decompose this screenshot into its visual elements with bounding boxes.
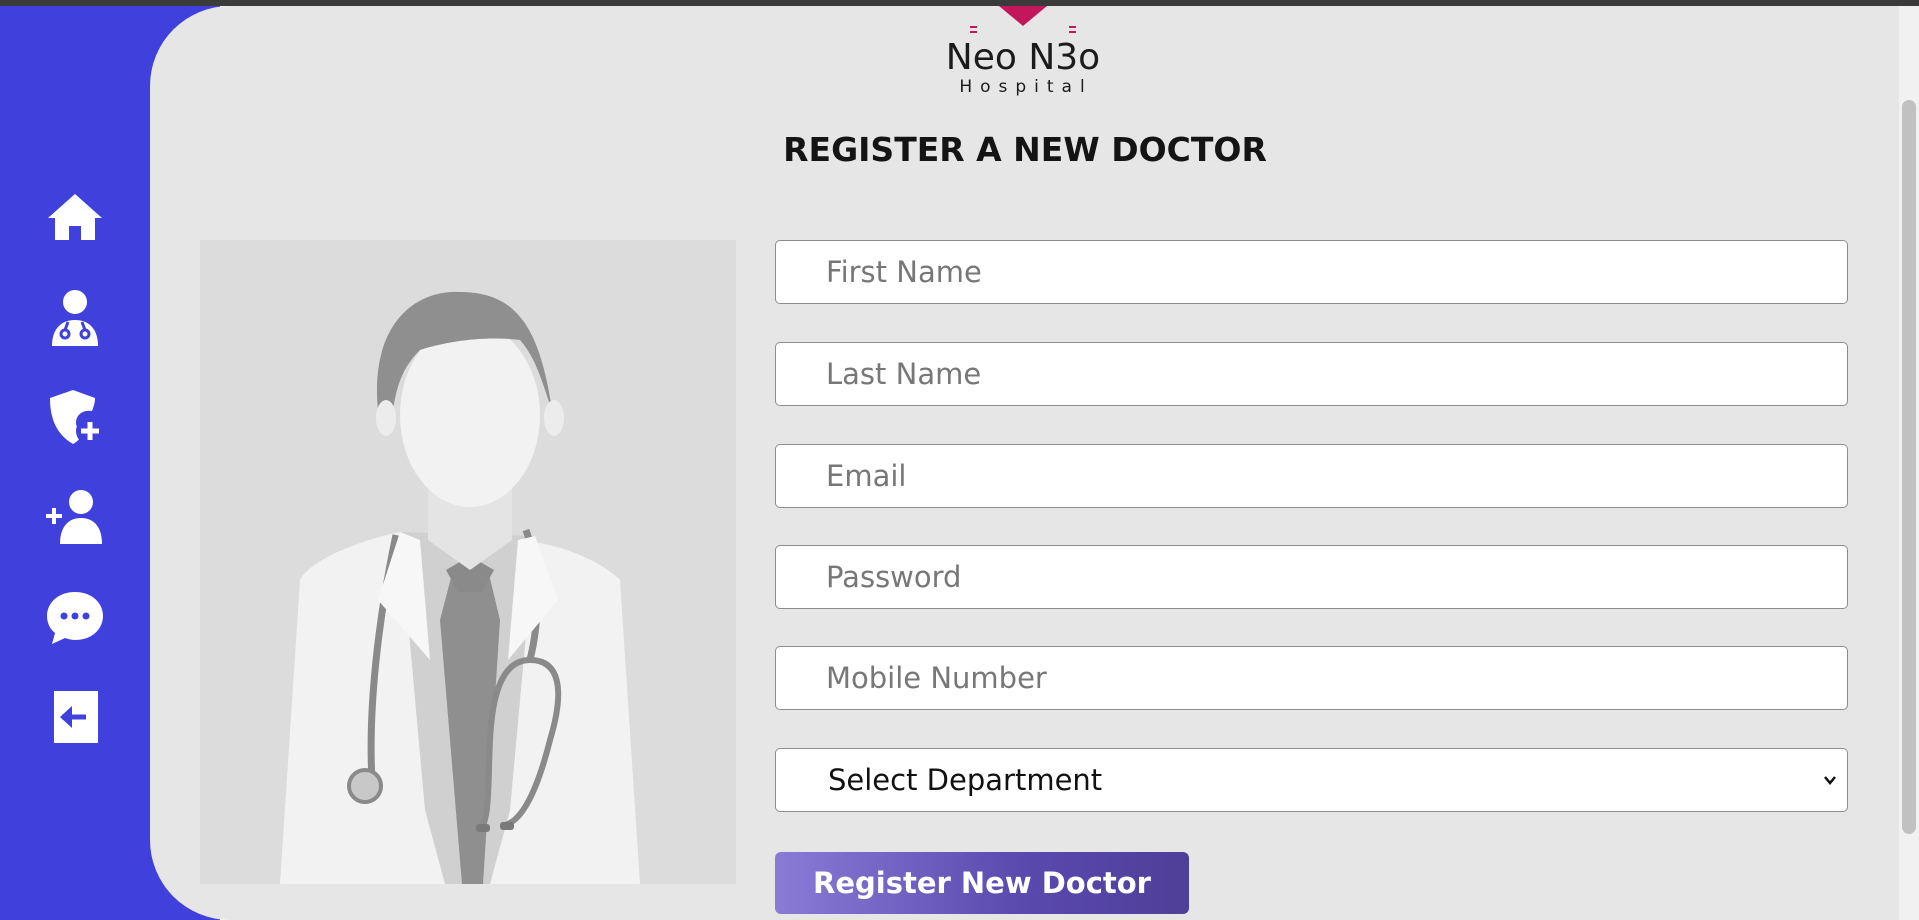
sidebar-item-logout[interactable] [44,686,106,748]
password-input[interactable] [775,545,1848,609]
mobile-number-input[interactable] [775,646,1848,710]
scrollbar-thumb[interactable] [1902,100,1916,834]
home-icon [48,194,102,240]
department-select[interactable]: Select Department [775,748,1848,812]
sidebar-item-doctors[interactable] [44,286,106,348]
hospital-logo: Neo N3o Hospital [943,6,1103,98]
doctor-icon [52,290,98,346]
doctor-illustration [200,240,736,884]
add-user-icon [46,490,102,544]
logo-name: Neo N3o [945,37,1101,78]
shield-plus-icon [50,390,104,445]
last-name-input[interactable] [775,342,1848,406]
sidebar-item-add-doctor[interactable] [44,486,106,548]
page-title: REGISTER A NEW DOCTOR [783,130,1267,169]
sidebar-item-home[interactable] [44,186,106,248]
logout-icon [54,691,98,743]
sidebar-item-messages[interactable] [44,586,106,648]
chat-icon [47,592,103,644]
register-doctor-button[interactable]: Register New Doctor [775,852,1189,914]
logo-subtitle: Hospital [959,77,1093,97]
heart-logo-icon [970,6,1076,33]
doctor-silhouette-icon [200,240,736,884]
sidebar-item-add-department[interactable] [44,386,106,448]
department-select-wrapper: Select Department [775,748,1848,812]
email-input[interactable] [775,444,1848,508]
first-name-input[interactable] [775,240,1848,304]
